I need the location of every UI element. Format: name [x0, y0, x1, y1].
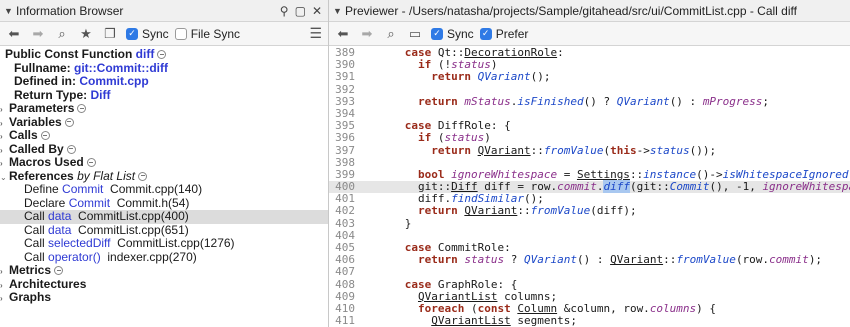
reference-item[interactable]: Call operator() indexer.cpp(270) — [0, 250, 328, 265]
forward-arrow-icon[interactable]: ➡ — [357, 26, 377, 42]
info-browser-title: Information Browser — [16, 3, 124, 18]
expand-arrow-icon[interactable]: › — [0, 144, 9, 158]
code-line: 391 return QVariant(); — [335, 70, 551, 84]
previewer-titlebar: ▼ Previewer - /Users/natasha/projects/Sa… — [329, 0, 850, 22]
section-variables[interactable]: › Variables — [0, 115, 328, 131]
expand-arrow-icon[interactable]: › — [0, 130, 9, 144]
fullname-link[interactable]: git::Commit::diff — [74, 61, 168, 75]
dropdown-circle-icon[interactable] — [66, 144, 76, 154]
forward-arrow-icon[interactable]: ➡ — [28, 26, 48, 42]
expand-arrow-icon[interactable]: › — [0, 279, 9, 293]
reference-item[interactable]: Declare Commit Commit.h(54) — [0, 196, 328, 211]
previewer-title: Previewer - /Users/natasha/projects/Samp… — [345, 3, 797, 18]
checkmark-icon: ✓ — [126, 27, 138, 40]
previewer-toolbar: ⬅ ➡ ⌕ ▭ ✓ Sync ✓ Prefer — [329, 22, 850, 46]
copy-icon[interactable]: ❐ — [100, 26, 120, 42]
pin-icon[interactable]: ⚲ — [280, 4, 289, 18]
reference-item-selected[interactable]: Call data CommitList.cpp(400) — [0, 209, 328, 224]
expand-arrow-icon[interactable]: › — [0, 103, 9, 117]
expand-arrow-icon[interactable]: › — [0, 157, 9, 171]
expand-arrow-icon[interactable]: › — [0, 292, 9, 306]
section-calls[interactable]: › Calls — [0, 128, 328, 144]
defined-in-link[interactable]: Commit.cpp — [79, 74, 148, 88]
checkmark-icon: ✓ — [479, 27, 492, 40]
checkmark-icon: ✓ — [431, 27, 443, 40]
search-icon[interactable]: ⌕ — [381, 26, 401, 42]
code-view[interactable]: 389 case Qt::DecorationRole: 390 if (!st… — [329, 46, 850, 327]
dropdown-circle-icon[interactable] — [54, 266, 64, 275]
expand-arrow-icon[interactable]: › — [0, 117, 9, 131]
info-tree: Public Const Function diff Fullname: git… — [0, 46, 328, 305]
section-parameters[interactable]: › Parameters — [0, 101, 328, 117]
entity-name-link[interactable]: diff — [136, 47, 155, 61]
collapse-chevron-icon[interactable]: ▼ — [4, 6, 16, 16]
defined-in-row: Defined in: Commit.cpp — [14, 74, 149, 88]
information-browser-panel: ▼ Information Browser ⚲ ▢ ✕ ⬅ ➡ ⌕ ★ ❐ ✓ … — [0, 0, 329, 327]
info-browser-titlebar: ▼ Information Browser ⚲ ▢ ✕ — [0, 0, 328, 22]
folder-icon[interactable]: ▭ — [405, 26, 425, 42]
info-browser-toolbar: ⬅ ➡ ⌕ ★ ❐ ✓ Sync File Sync ☰ — [0, 22, 328, 46]
return-type-link[interactable]: Diff — [90, 88, 110, 102]
code-line: 393 return mStatus.isFinished() ? QVaria… — [335, 94, 770, 108]
prefer-checkbox[interactable]: ✓ Prefer — [479, 27, 528, 41]
fullname-row: Fullname: git::Commit::diff — [14, 60, 168, 75]
expand-arrow-icon[interactable]: › — [0, 265, 9, 279]
dropdown-circle-icon[interactable] — [64, 117, 74, 127]
code-line: 411 QVariantList segments; — [335, 314, 577, 327]
return-type-row: Return Type: Diff — [14, 87, 111, 102]
star-icon[interactable]: ★ — [76, 26, 96, 42]
menu-icon[interactable]: ☰ — [309, 25, 322, 42]
section-metrics[interactable]: › Metrics — [0, 263, 328, 279]
section-called-by[interactable]: › Called By — [0, 142, 328, 158]
file-sync-checkbox[interactable]: File Sync — [174, 27, 240, 41]
dropdown-circle-icon[interactable] — [138, 171, 148, 181]
reference-item[interactable]: Call selectedDiff CommitList.cpp(1276) — [0, 236, 328, 251]
collapse-chevron-icon[interactable]: ▼ — [333, 6, 345, 16]
dropdown-circle-icon[interactable] — [77, 104, 87, 113]
sync-checkbox[interactable]: ✓ Sync — [431, 27, 474, 41]
search-icon[interactable]: ⌕ — [52, 26, 72, 42]
code-line: 403 } — [335, 216, 412, 230]
dock-icon[interactable]: ▢ — [295, 4, 306, 18]
reference-item[interactable]: Call data CommitList.cpp(651) — [0, 223, 328, 238]
close-icon[interactable]: ✕ — [312, 4, 322, 18]
back-arrow-icon[interactable]: ⬅ — [4, 26, 24, 42]
reference-item[interactable]: Define Commit Commit.cpp(140) — [0, 182, 328, 197]
back-arrow-icon[interactable]: ⬅ — [333, 26, 353, 42]
dropdown-circle-icon[interactable] — [86, 158, 96, 167]
code-line: 397 return QVariant::fromValue(this->sta… — [335, 143, 717, 157]
dropdown-circle-icon[interactable] — [157, 50, 167, 59]
section-macros-used[interactable]: › Macros Used — [0, 155, 328, 171]
section-references[interactable]: ⌄ References by Flat List — [0, 169, 328, 185]
sync-checkbox[interactable]: ✓ Sync — [126, 27, 169, 41]
code-line: 406 return status ? QVariant() : QVarian… — [335, 253, 823, 267]
entity-header: Public Const Function diff — [0, 47, 328, 62]
previewer-panel: ▼ Previewer - /Users/natasha/projects/Sa… — [329, 0, 850, 327]
empty-checkbox-icon — [174, 27, 187, 40]
collapse-arrow-icon[interactable]: ⌄ — [0, 171, 9, 185]
section-graphs[interactable]: › Graphs — [0, 290, 328, 306]
dropdown-circle-icon[interactable] — [40, 131, 50, 140]
section-architectures[interactable]: › Architectures — [0, 277, 328, 293]
